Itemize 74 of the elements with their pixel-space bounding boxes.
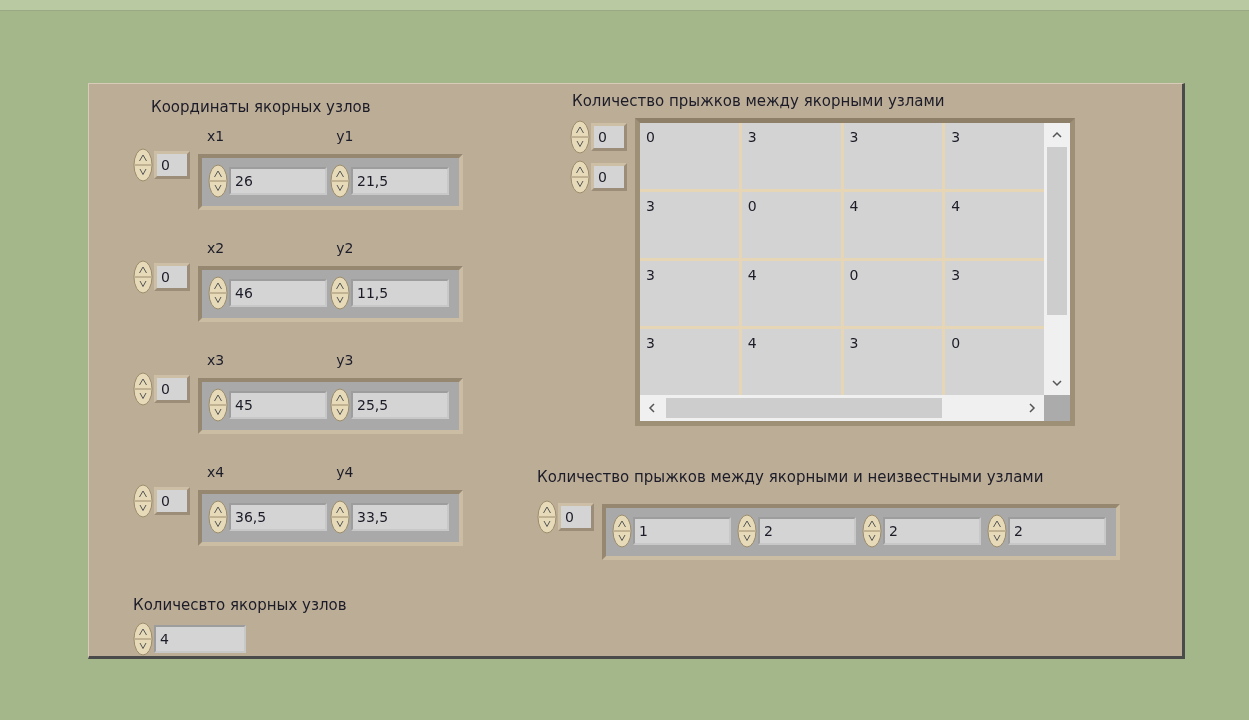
vertical-scrollbar[interactable]	[1044, 123, 1070, 395]
table-cell: 3	[843, 329, 943, 395]
index-field[interactable]: 0	[154, 151, 190, 179]
table-cell: 3	[640, 260, 739, 327]
numeric-field[interactable]: 11,5	[351, 279, 449, 307]
index-field[interactable]: 0	[154, 375, 190, 403]
section-title: Количество прыжков между якорными узлами	[572, 92, 945, 110]
control-label: y2	[336, 240, 354, 256]
numeric-field[interactable]: 46	[229, 279, 327, 307]
table-cell: 3	[843, 123, 943, 189]
numeric-field[interactable]: 21,5	[351, 167, 449, 195]
table-cell: 3	[945, 123, 1044, 189]
numeric-field[interactable]: 26	[229, 167, 327, 195]
numeric-field[interactable]: 25,5	[351, 391, 449, 419]
numeric-field[interactable]: 2	[883, 517, 981, 545]
table-cell: 4	[741, 329, 841, 395]
spin-button[interactable]	[133, 622, 153, 656]
spin-button[interactable]	[862, 514, 882, 548]
spin-button[interactable]	[208, 388, 228, 422]
spin-button[interactable]	[208, 276, 228, 310]
index-field[interactable]: 0	[154, 263, 190, 291]
control-label: Количесвто якорных узлов	[133, 596, 347, 614]
table-cell: 0	[741, 191, 841, 258]
spin-button[interactable]	[570, 160, 590, 194]
section-title: Количество прыжков между якорными и неизвестными узлами	[537, 468, 1044, 486]
control-label: x3	[207, 352, 225, 368]
index-field[interactable]: 0	[558, 503, 594, 531]
spin-button[interactable]	[133, 148, 153, 182]
spin-button[interactable]	[330, 164, 350, 198]
table-cell: 0	[945, 329, 1044, 395]
spin-button[interactable]	[133, 372, 153, 406]
spin-button[interactable]	[537, 500, 557, 534]
index-field[interactable]: 0	[591, 163, 627, 191]
control-label: x4	[207, 464, 225, 480]
numeric-field[interactable]: 2	[1008, 517, 1106, 545]
table-cell: 3	[640, 329, 739, 395]
table-cell: 3	[945, 260, 1044, 327]
spin-button[interactable]	[208, 164, 228, 198]
control-label: y4	[336, 464, 354, 480]
control-label: y3	[336, 352, 354, 368]
table-cell: 0	[640, 123, 739, 189]
control-label: x2	[207, 240, 225, 256]
spin-button[interactable]	[570, 120, 590, 154]
spin-button[interactable]	[987, 514, 1007, 548]
numeric-field[interactable]: 33,5	[351, 503, 449, 531]
spin-button[interactable]	[208, 500, 228, 534]
scroll-left-icon[interactable]	[646, 402, 658, 414]
table-cell: 4	[741, 260, 841, 327]
scroll-right-icon[interactable]	[1026, 402, 1038, 414]
scrollbar-corner	[1044, 395, 1070, 421]
table-cell: 3	[741, 123, 841, 189]
index-field[interactable]: 0	[154, 487, 190, 515]
table-cell: 0	[843, 260, 943, 327]
table-cell: 4	[945, 191, 1044, 258]
spin-button[interactable]	[612, 514, 632, 548]
horizontal-scrollbar[interactable]	[640, 395, 1044, 421]
control-label: y1	[336, 128, 354, 144]
spin-button[interactable]	[330, 500, 350, 534]
numeric-field[interactable]: 1	[633, 517, 731, 545]
numeric-field[interactable]: 36,5	[229, 503, 327, 531]
numeric-field[interactable]: 4	[154, 625, 246, 653]
spin-button[interactable]	[737, 514, 757, 548]
section-title: Координаты якорных узлов	[151, 98, 371, 116]
spin-button[interactable]	[133, 484, 153, 518]
numeric-field[interactable]: 45	[229, 391, 327, 419]
index-field[interactable]: 0	[591, 123, 627, 151]
spin-button[interactable]	[133, 260, 153, 294]
table-cell: 4	[843, 191, 943, 258]
control-label: x1	[207, 128, 225, 144]
spin-button[interactable]	[330, 388, 350, 422]
table-cell: 3	[640, 191, 739, 258]
scroll-down-icon[interactable]	[1051, 377, 1063, 389]
numeric-field[interactable]: 2	[758, 517, 856, 545]
spin-button[interactable]	[330, 276, 350, 310]
